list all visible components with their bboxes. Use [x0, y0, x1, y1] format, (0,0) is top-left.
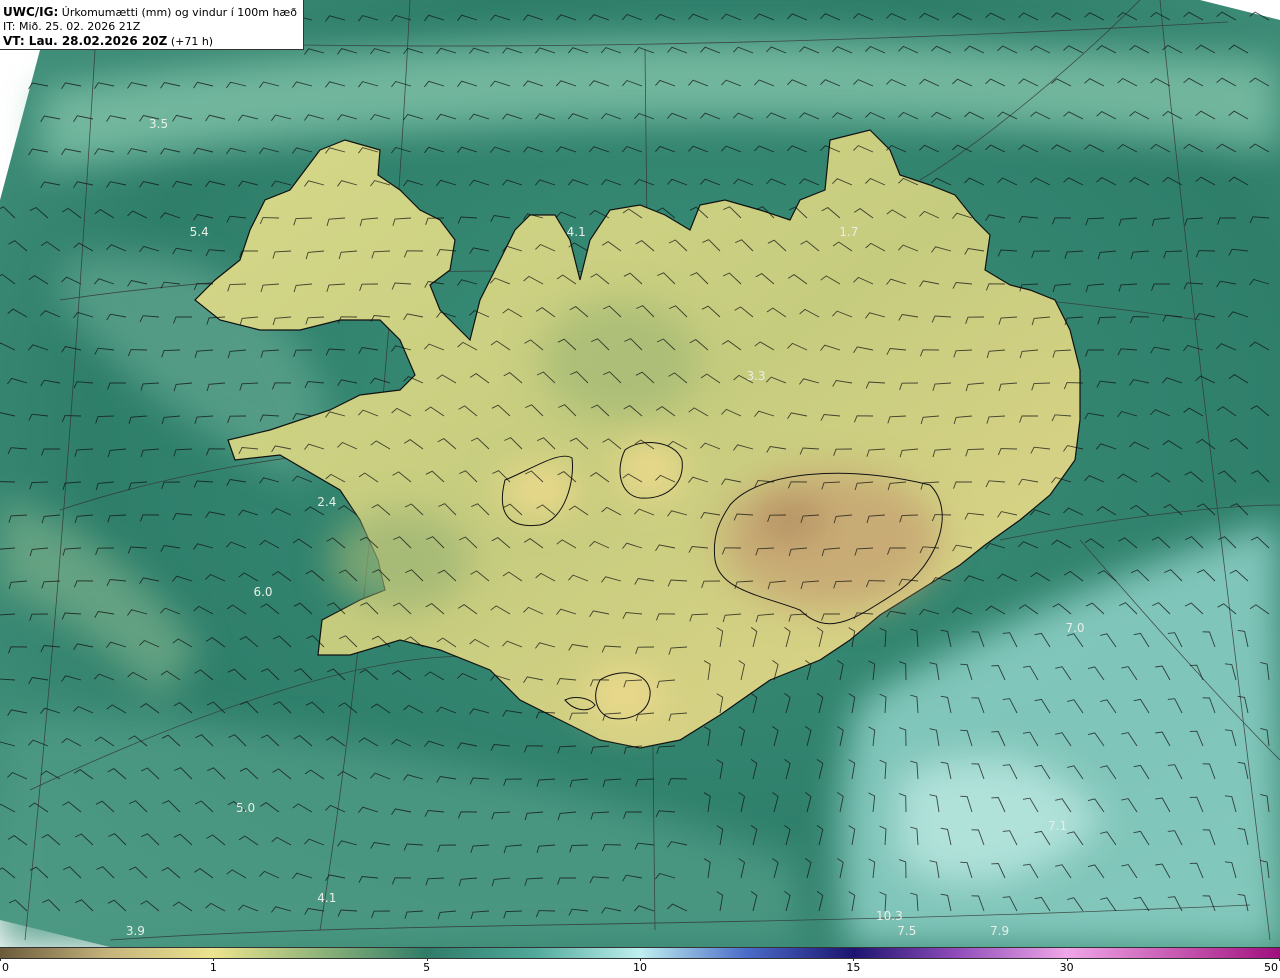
header-title-line: UWC/IG: Úrkomumætti (mm) og vindur í 100…: [3, 5, 303, 20]
precip-value-label: 7.9: [990, 924, 1009, 938]
precip-value-label: 5.4: [190, 225, 209, 239]
precip-value-label: 7.1: [1048, 819, 1067, 833]
precip-value-label: 4.1: [567, 225, 586, 239]
colorbar-tick-mark: [0, 958, 1, 961]
field-title: Úrkomumætti (mm) og vindur í 100m hæð: [61, 6, 297, 19]
colorbar-legend: 0 1 5 10 15 30 50: [0, 947, 1280, 978]
colorbar-tick-mark: [426, 958, 428, 961]
precip-value-label: 7.5: [897, 924, 916, 938]
precip-value-label: 4.1: [317, 891, 336, 905]
precip-value-label: 1.7: [839, 225, 858, 239]
colorbar-tick-mark: [853, 958, 855, 961]
precip-value-label: 3.9: [126, 924, 145, 938]
model-label: UWC/IG:: [3, 5, 59, 19]
colorbar-tick-label: 0: [2, 961, 9, 974]
valid-time-line: VT: Lau. 28.02.2026 20Z (+71 h): [3, 34, 303, 49]
forecast-hour: (+71 h): [170, 35, 214, 48]
colorbar-tick-label: 1: [209, 961, 217, 974]
colorbar-tick-mark: [213, 958, 215, 961]
precip-value-label: 3.3: [746, 369, 765, 383]
precip-value-label: 6.0: [253, 585, 272, 599]
colorbar-tick-label: 5: [423, 961, 431, 974]
map-header: UWC/IG: Úrkomumætti (mm) og vindur í 100…: [0, 0, 304, 50]
precip-value-label: 5.0: [236, 801, 255, 815]
colorbar-tick-label: 15: [846, 961, 861, 974]
precip-value-label: 2.4: [317, 495, 336, 509]
map-canvas: 3.23.55.44.11.73.32.46.07.05.04.13.97.11…: [0, 0, 1280, 947]
colorbar-tick-label: 50: [1264, 961, 1278, 974]
valid-time: VT: Lau. 28.02.2026 20Z: [3, 34, 168, 48]
colorbar-tick-mark: [1066, 958, 1068, 961]
precip-value-label: 10.3: [876, 909, 903, 923]
init-time: IT: Mið. 25. 02. 2026 21Z: [3, 20, 141, 33]
colorbar-tick-mark: [640, 958, 641, 961]
precip-value-label: 7.0: [1065, 621, 1084, 635]
colorbar-tick-label: 10: [633, 961, 647, 974]
precip-value-label: 3.5: [149, 117, 168, 131]
colorbar-tick-label: 30: [1059, 961, 1074, 974]
